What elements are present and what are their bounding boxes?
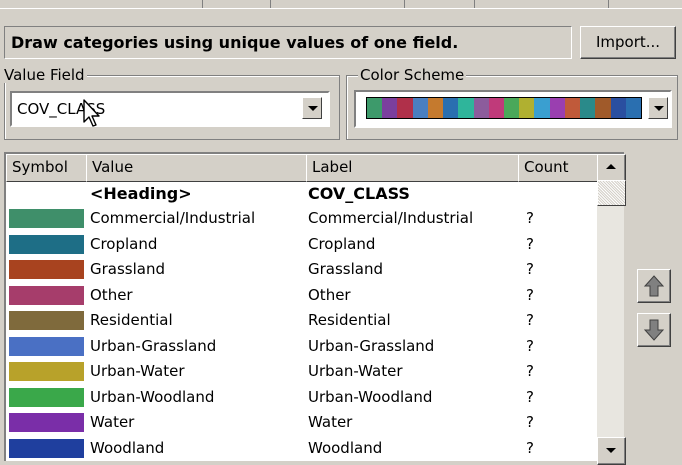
categories-table[interactable]: Symbol Value Label Count <Heading> COV_C…: [4, 152, 626, 465]
label-cell: Grassland: [308, 260, 383, 278]
color-swatch: #2a6fb0: [625, 98, 641, 118]
table-row[interactable]: Urban-Woodland Urban-Woodland?: [6, 385, 596, 410]
value-cell: Woodland: [90, 438, 165, 457]
value-cell: Residential: [90, 311, 173, 329]
chevron-down-icon: [308, 106, 318, 111]
count-cell: ?: [526, 311, 534, 329]
value-field-select[interactable]: COV_CLASS: [10, 91, 330, 127]
value-cell: Water: [90, 413, 135, 431]
arrow-down-icon: [606, 448, 616, 453]
label-cell: Urban-Woodland: [308, 387, 433, 406]
table-row[interactable]: Woodland Woodland?: [6, 436, 596, 461]
color-swatch: #7b3f9e: [382, 98, 398, 118]
count-cell: ?: [526, 387, 534, 406]
color-swatch: #a05a2a: [595, 98, 611, 118]
label-cell: Water: [308, 413, 353, 431]
chevron-down-icon: [654, 106, 664, 111]
color-swatch: #9a3fb0: [549, 98, 565, 118]
color-ramp-preview: #3d9a6b#7b3f9e#b0304a#4a7fc0#c57a2e#2a6f…: [366, 97, 642, 119]
symbol-swatch[interactable]: [8, 437, 85, 459]
color-scheme-dropdown-button[interactable]: [648, 97, 668, 119]
count-cell: ?: [526, 234, 534, 253]
color-swatch: #b0b030: [519, 98, 535, 118]
column-header-count[interactable]: Count: [518, 154, 604, 182]
symbol-swatch[interactable]: [8, 233, 85, 255]
color-swatch: #b0304a: [397, 98, 413, 118]
color-swatch: #3d9a6b: [367, 98, 383, 118]
value-cell: Urban-Woodland: [90, 387, 215, 406]
table-row[interactable]: Water Water?: [6, 410, 596, 435]
panel-title: Draw categories using unique values of o…: [4, 26, 572, 59]
color-scheme-label: Color Scheme: [358, 66, 467, 84]
scrollbar-thumb[interactable]: [597, 180, 626, 206]
count-cell: ?: [526, 260, 534, 278]
value-field-dropdown-button[interactable]: [302, 97, 322, 119]
color-swatch: #3a9fd0: [534, 98, 550, 118]
count-cell: ?: [526, 362, 534, 380]
move-down-button[interactable]: [637, 313, 671, 347]
vertical-scrollbar[interactable]: [597, 154, 626, 465]
color-swatch: #4aa85a: [503, 98, 520, 118]
count-cell: ?: [526, 209, 534, 227]
value-cell: Other: [90, 285, 133, 304]
import-button[interactable]: Import...: [580, 26, 676, 59]
arrow-down-icon: [643, 319, 665, 341]
count-cell: ?: [526, 285, 534, 304]
value-cell: Cropland: [90, 234, 158, 253]
count-cell: ?: [526, 438, 534, 457]
table-heading-row[interactable]: <Heading> COV_CLASS: [6, 181, 596, 206]
color-swatch: #4a7fc0: [412, 98, 428, 118]
color-swatch: #8c5c9c: [473, 98, 489, 118]
label-cell: Urban-Water: [308, 362, 403, 380]
table-row[interactable]: Grassland Grassland?: [6, 257, 596, 282]
table-row[interactable]: Other Other?: [6, 283, 596, 308]
color-scheme-select[interactable]: #3d9a6b#7b3f9e#b0304a#4a7fc0#c57a2e#2a6f…: [354, 90, 672, 128]
table-row[interactable]: Commercial/Industrial Commercial/Industri…: [6, 206, 596, 231]
symbol-swatch[interactable]: [8, 335, 85, 357]
color-swatch: #2a8a8a: [580, 98, 596, 118]
value-cell: Commercial/Industrial: [90, 209, 256, 227]
color-swatch: #c05a3a: [564, 98, 581, 118]
arrow-up-icon: [643, 275, 665, 297]
symbol-swatch[interactable]: [8, 208, 85, 229]
move-up-button[interactable]: [637, 269, 671, 303]
symbol-swatch[interactable]: [8, 361, 85, 382]
label-cell: Commercial/Industrial: [308, 209, 474, 227]
heading-value: <Heading>: [90, 184, 192, 203]
value-cell: Grassland: [90, 260, 165, 278]
scroll-up-button[interactable]: [597, 154, 626, 182]
color-swatch: #2fb59b: [458, 98, 474, 118]
column-header-label[interactable]: Label: [306, 154, 525, 182]
symbol-swatch[interactable]: [8, 284, 85, 306]
heading-label: COV_CLASS: [308, 184, 410, 203]
column-header-symbol[interactable]: Symbol: [6, 154, 93, 182]
label-cell: Woodland: [308, 438, 383, 457]
column-header-value[interactable]: Value: [86, 154, 313, 182]
color-swatch: #2a4fa0: [610, 98, 626, 118]
color-swatch: #c57a2e: [427, 98, 444, 118]
value-cell: Urban-Water: [90, 362, 185, 380]
color-swatch: #2a6fb0: [443, 98, 459, 118]
tab-strip: [0, 0, 682, 9]
value-field-label: Value Field: [2, 66, 87, 84]
table-row[interactable]: Cropland Cropland?: [6, 232, 596, 257]
table-row[interactable]: Residential Residential?: [6, 308, 596, 333]
count-cell: ?: [526, 413, 534, 431]
value-cell: Urban-Grassland: [90, 336, 217, 355]
label-cell: Other: [308, 285, 351, 304]
symbol-swatch[interactable]: [8, 259, 85, 280]
label-cell: Cropland: [308, 234, 376, 253]
arrow-up-icon: [606, 164, 616, 169]
mouse-cursor-icon: [83, 99, 100, 127]
symbol-swatch[interactable]: [8, 310, 85, 331]
color-swatch: #c03a7a: [488, 98, 504, 118]
table-row[interactable]: Urban-Water Urban-Water?: [6, 359, 596, 384]
symbol-swatch[interactable]: [8, 412, 85, 433]
count-cell: ?: [526, 336, 534, 355]
label-cell: Residential: [308, 311, 391, 329]
label-cell: Urban-Grassland: [308, 336, 435, 355]
symbol-swatch[interactable]: [8, 386, 85, 408]
table-row[interactable]: Urban-Grassland Urban-Grassland?: [6, 334, 596, 359]
